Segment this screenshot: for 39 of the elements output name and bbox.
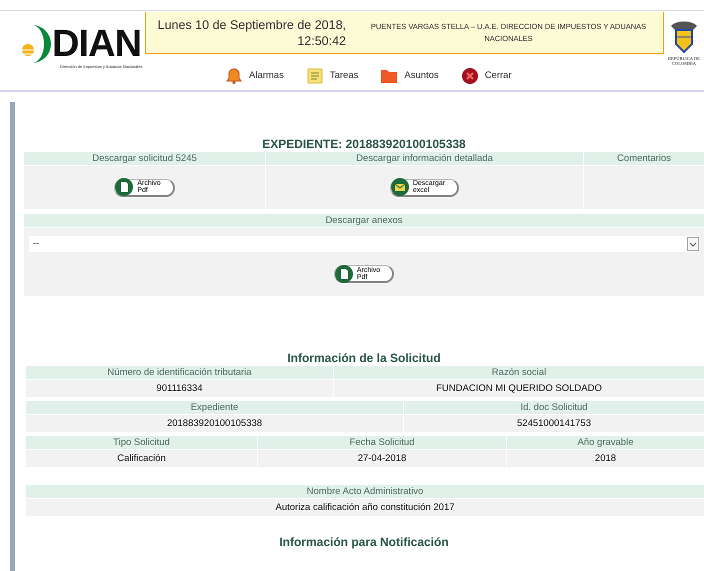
close-icon	[460, 67, 479, 85]
table-header: Descargar información detallada	[266, 152, 583, 165]
date-text: Lunes 10 de Septiembre de 2018,	[158, 16, 346, 32]
section-title: Información de la Solicitud	[286, 350, 442, 366]
field-value: 2018	[507, 450, 704, 467]
field-label: Expediente	[26, 401, 403, 414]
table-header: Descargar anexos	[24, 214, 704, 227]
field-label: Tipo Solicitud	[26, 436, 257, 449]
section-title: EXPEDIENTE: 201883920100105338	[261, 136, 467, 152]
checklist-icon	[306, 67, 324, 85]
field-value: 901116334	[26, 380, 333, 397]
field-label: Número de identificación tributaria	[26, 366, 333, 379]
field-value: 27-04-2018	[258, 450, 506, 467]
nav-link[interactable]: Cerrar	[460, 67, 512, 85]
bell-icon	[225, 67, 243, 85]
nav-link[interactable]: Asuntos	[380, 68, 439, 84]
field-label: Nombre Acto Administrativo	[26, 485, 704, 498]
field-label: Fecha Solicitud	[258, 436, 506, 449]
field-label: Razón social	[334, 366, 704, 379]
logo-text: DIAN	[52, 25, 142, 63]
table-header: Comentarios	[584, 152, 704, 165]
field-value: 201883920100105338	[26, 415, 403, 432]
field-value: Autoriza calificación año constitución 2017	[26, 499, 704, 516]
nav-link[interactable]: Tareas	[306, 67, 358, 85]
attachment-select[interactable]: --	[29, 236, 699, 252]
field-label: Id. doc Solicitud	[404, 401, 704, 414]
spreadsheet-icon	[390, 178, 409, 196]
document-icon	[334, 264, 353, 282]
field-value: 52451000141753	[404, 415, 704, 432]
time-text: 12:50:42	[297, 32, 346, 48]
document-icon	[115, 178, 134, 196]
field-label: Año gravable	[507, 436, 704, 449]
field-value: FUNDACION MI QUERIDO SOLDADO	[334, 380, 704, 397]
nav-link[interactable]: Alarmas	[225, 67, 284, 85]
emblem-icon	[669, 20, 699, 56]
table-header: Descargar solicitud 5245	[24, 152, 265, 165]
folder-icon	[380, 68, 398, 84]
section-title: Información para Notificación	[278, 534, 450, 550]
field-value: Calificación	[26, 450, 257, 467]
